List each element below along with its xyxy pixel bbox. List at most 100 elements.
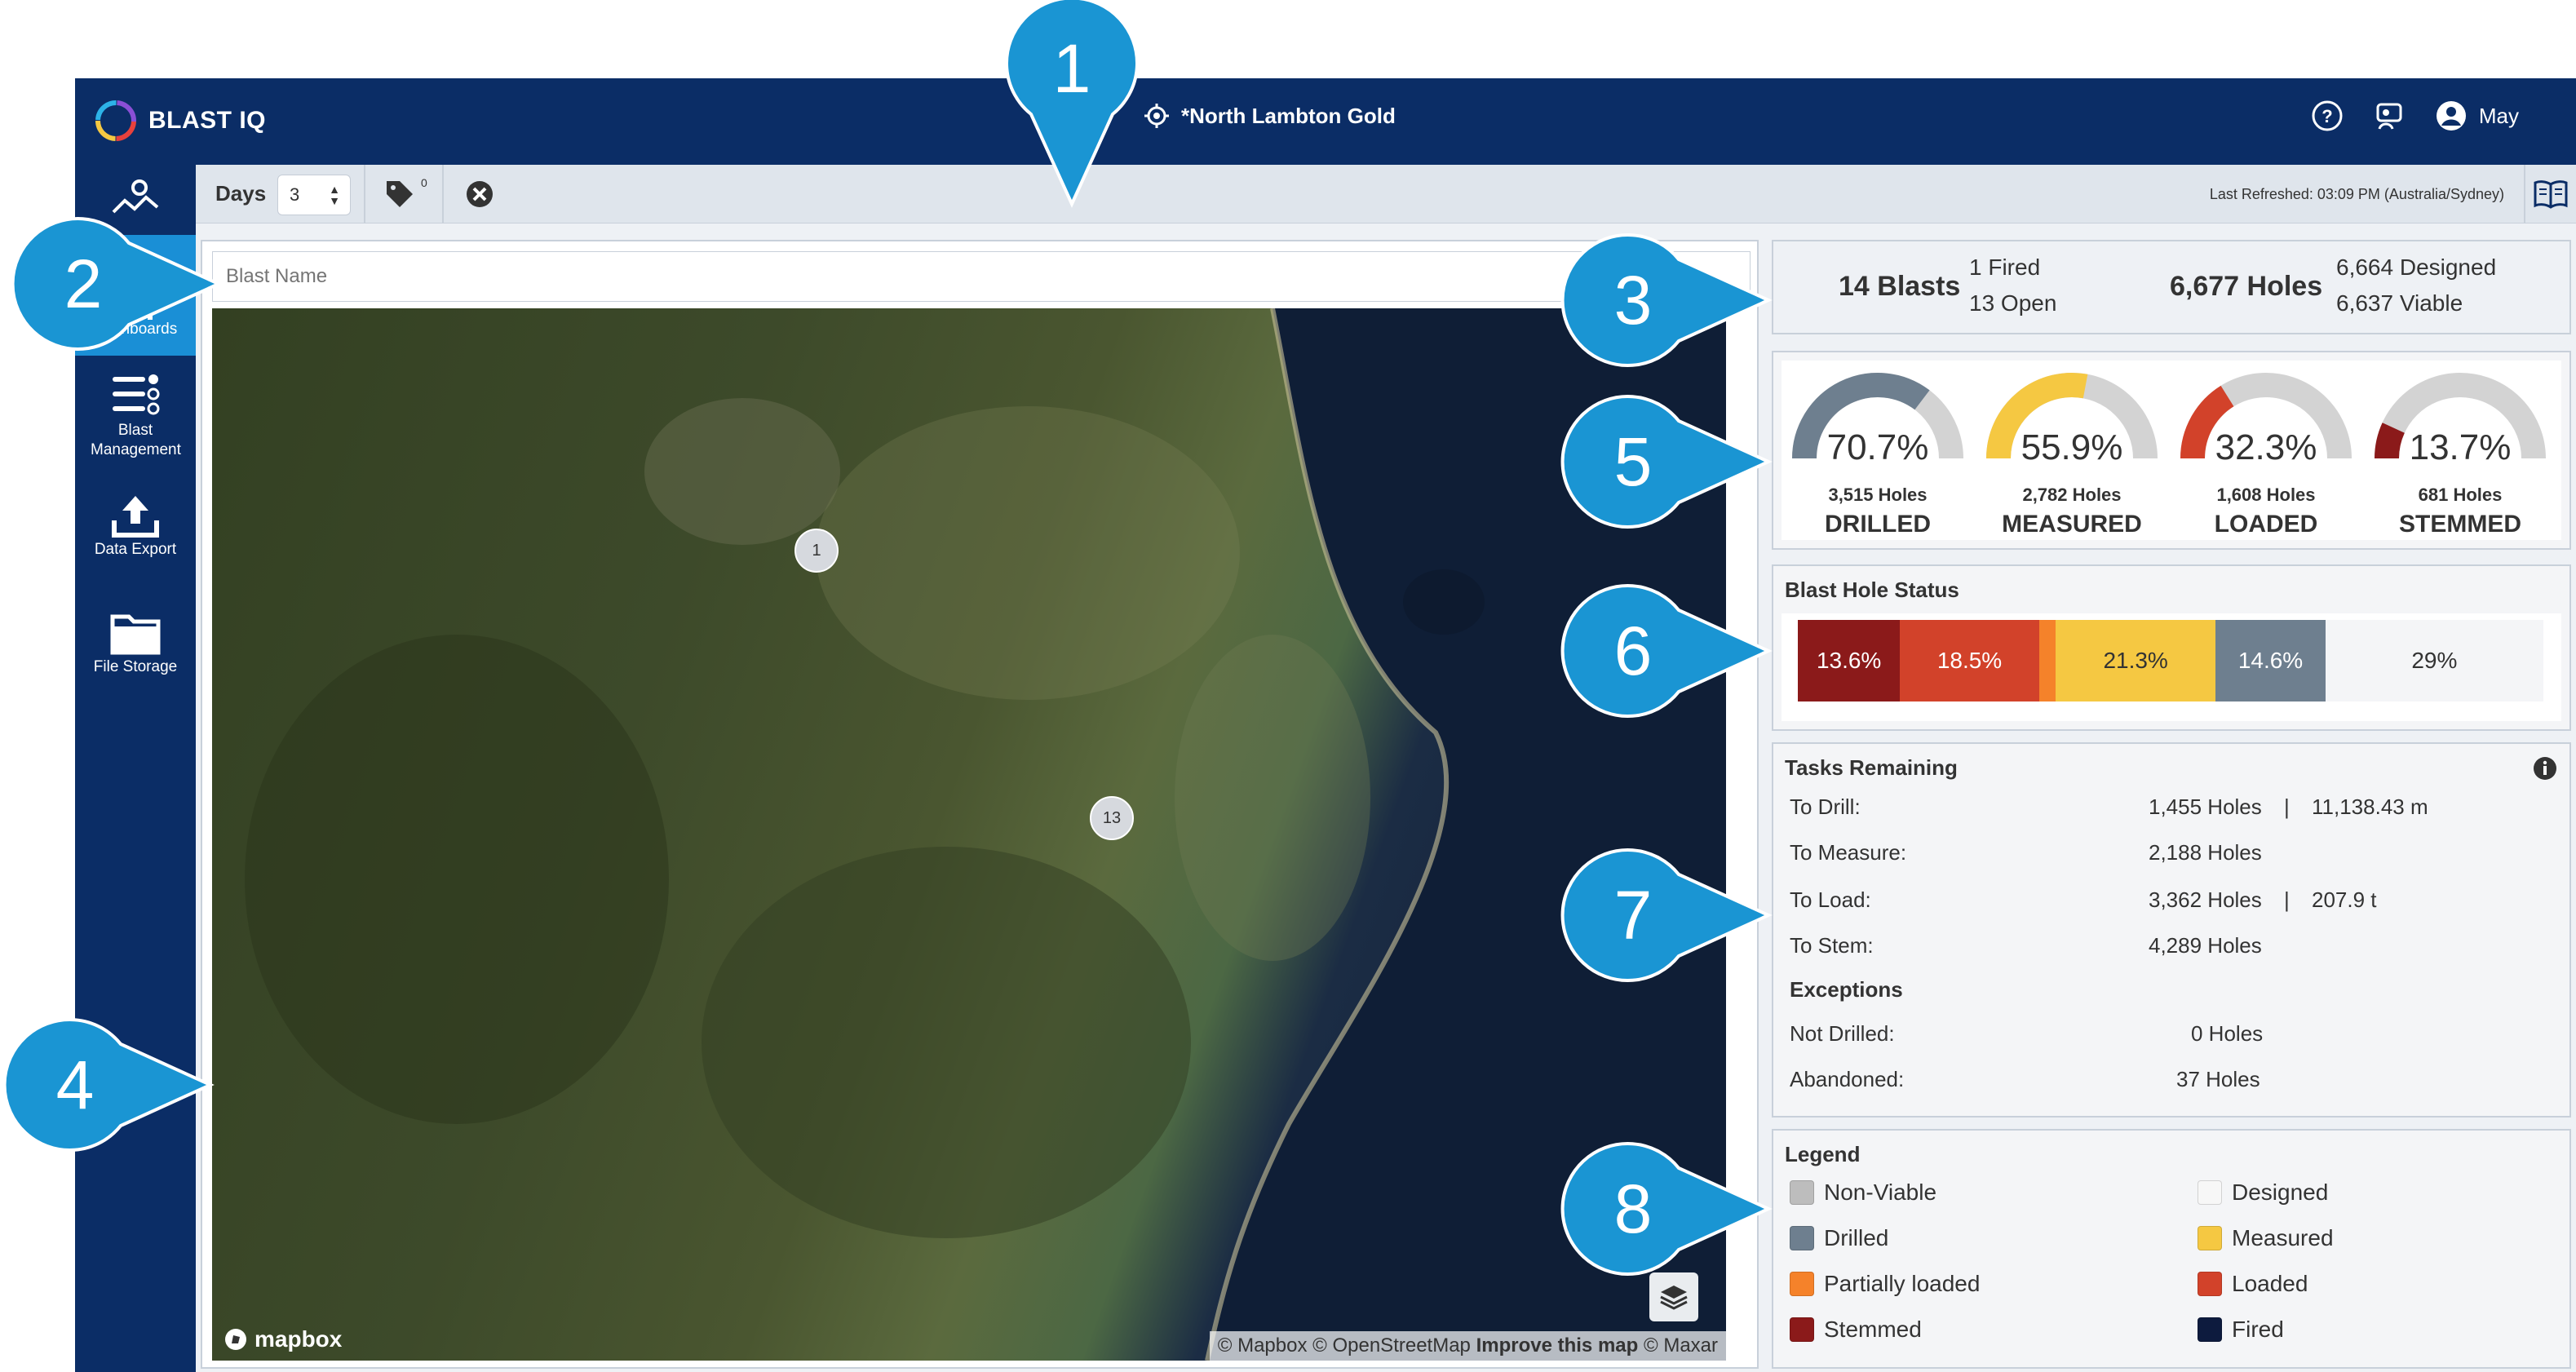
help-icon[interactable]: ?	[2311, 100, 2344, 132]
gauge-measured: 55.9% 2,782 Holes MEASURED	[1976, 361, 2168, 540]
user-name: May	[2478, 103, 2519, 128]
task-value: 1,455 Holes	[2149, 794, 2262, 819]
book-icon	[2534, 180, 2568, 209]
legend-item: Fired	[2198, 1317, 2284, 1343]
toolbar-divider	[364, 165, 365, 224]
folder-icon	[110, 614, 161, 655]
updown-caret-icon: ▲ ▼	[329, 183, 340, 207]
site-selector[interactable]: *North Lambton Gold	[1144, 103, 1396, 129]
blast-cluster-marker[interactable]: 13	[1090, 796, 1134, 840]
status-bar-container: 13.6% 18.5% 21.3% 14.6% 29%	[1782, 613, 2561, 721]
gauge-holes: 1,608 Holes	[2216, 485, 2316, 505]
summary-panel: 14 Blasts 1 Fired 13 Open 6,677 Holes 6,…	[1772, 240, 2571, 334]
gauge-label: STEMMED	[2399, 511, 2521, 538]
legend-label: Partially loaded	[1824, 1271, 1981, 1296]
days-value: 3	[290, 184, 300, 205]
location-target-icon	[1144, 104, 1169, 128]
satellite-map[interactable]: 1 13 mapbox © Mapbox © OpenStreetMap Imp…	[212, 308, 1726, 1361]
gauge-stemmed: 13.7% 681 Holes STEMMED	[2364, 361, 2556, 540]
attribution-prefix: © Mapbox © OpenStreetMap	[1217, 1334, 1471, 1357]
blast-name-search-input[interactable]	[212, 251, 1751, 302]
clear-filters-icon[interactable]	[465, 179, 494, 209]
holes-count: 6,677 Holes	[2170, 271, 2323, 302]
task-label: To Drill:	[1790, 794, 1861, 819]
legend-label: Designed	[2232, 1179, 2329, 1205]
task-separator: |	[2284, 887, 2290, 912]
legend-swatch	[1790, 1317, 1814, 1342]
panel-title: Blast Hole Status	[1785, 578, 1959, 602]
panel-title: Tasks Remaining	[1785, 755, 1958, 780]
tasks-remaining-panel: Tasks Remaining To Drill: 1,455 Holes | …	[1772, 742, 2571, 1118]
gauge-percent: 13.7%	[2409, 427, 2512, 467]
days-select[interactable]: 3 ▲ ▼	[277, 175, 351, 215]
support-chat-icon[interactable]	[2373, 100, 2406, 132]
list-settings-icon	[113, 374, 160, 415]
legend-label: Stemmed	[1824, 1317, 1922, 1342]
callout-number: 3	[1613, 261, 1653, 339]
callout-number: 5	[1613, 423, 1653, 500]
legend-label: Non-Viable	[1824, 1179, 1937, 1205]
days-label: Days	[215, 181, 267, 206]
info-icon[interactable]	[2532, 755, 2558, 781]
legend-swatch	[1790, 1226, 1814, 1250]
improve-map-link[interactable]: Improve this map	[1476, 1334, 1639, 1357]
status-segment[interactable]	[2038, 620, 2056, 701]
sidebar-item-blast-management[interactable]: Blast Management	[75, 369, 196, 467]
callout-number: 8	[1613, 1170, 1653, 1247]
map-attribution: © Mapbox © OpenStreetMap Improve this ma…	[1209, 1331, 1726, 1361]
exception-label: Not Drilled:	[1790, 1021, 1895, 1046]
legend-item: Designed	[2198, 1179, 2328, 1206]
gauge-label: MEASURED	[2002, 511, 2142, 538]
status-segment[interactable]: 14.6%	[2215, 620, 2326, 701]
callout-number: 6	[1613, 612, 1653, 689]
map-terrain-texture	[245, 308, 1726, 1361]
blast-cluster-marker[interactable]: 1	[794, 529, 839, 573]
mapbox-logo[interactable]: mapbox	[224, 1326, 342, 1352]
mapbox-wordmark: mapbox	[255, 1326, 343, 1352]
open-count: 13 Open	[1969, 290, 2057, 316]
gauge-holes: 3,515 Holes	[1828, 485, 1928, 505]
legend-item: Stemmed	[1790, 1317, 1922, 1343]
user-menu[interactable]: May	[2435, 100, 2519, 132]
gauges-container: 70.7% 3,515 Holes DRILLED 55.9% 2,782 Ho…	[1782, 361, 2561, 540]
sidebar-item-data-export[interactable]: Data Export	[75, 491, 196, 581]
top-bar: BLAST IQ *North Lambton Gold ? May	[75, 78, 2576, 165]
blasts-count: 14 Blasts	[1839, 271, 1961, 302]
callout-number: 1	[1052, 29, 1091, 107]
map-panel: 1 13 mapbox © Mapbox © OpenStreetMap Imp…	[201, 240, 1759, 1369]
task-label: To Stem:	[1790, 933, 1874, 958]
legend-swatch	[2198, 1226, 2222, 1250]
callout-marker: 1	[998, 0, 1145, 208]
task-value: 3,362 Holes	[2149, 887, 2262, 912]
callout-number: 2	[64, 245, 103, 322]
task-separator: |	[2284, 794, 2290, 819]
site-name: *North Lambton Gold	[1181, 103, 1396, 128]
panel-title: Legend	[1785, 1142, 1861, 1166]
viable-count: 6,637 Viable	[2336, 290, 2463, 316]
blast-hole-status-panel: Blast Hole Status 13.6% 18.5% 21.3% 14.6% 29…	[1772, 564, 2571, 731]
attribution-suffix: © Maxar	[1643, 1334, 1718, 1357]
task-label: To Measure:	[1790, 840, 1907, 865]
sidebar-item-file-storage[interactable]: File Storage	[75, 609, 196, 698]
legend-label: Measured	[2232, 1225, 2334, 1250]
status-segment[interactable]: 13.6%	[1798, 620, 1901, 701]
status-segment[interactable]: 29%	[2325, 620, 2543, 701]
fired-count: 1 Fired	[1969, 254, 2041, 280]
status-segment[interactable]: 21.3%	[2056, 620, 2216, 701]
legend-item: Measured	[2198, 1225, 2334, 1251]
legend-panel: Legend Non-Viable Designed Drilled Measu…	[1772, 1129, 2571, 1369]
callout-number: 7	[1613, 876, 1653, 954]
legend-label: Loaded	[2232, 1271, 2308, 1296]
status-segment[interactable]: 18.5%	[1900, 620, 2039, 701]
sidebar-item-label: Data Export	[94, 541, 177, 558]
gauge-label: LOADED	[2214, 511, 2318, 538]
help-guide-button[interactable]	[2524, 165, 2576, 224]
status-stacked-bar[interactable]: 13.6% 18.5% 21.3% 14.6% 29%	[1798, 620, 2543, 701]
task-extra: 207.9 t	[2312, 887, 2377, 912]
last-refreshed: Last Refreshed: 03:09 PM (Australia/Sydn…	[2209, 186, 2504, 202]
tag-filter-icon[interactable]	[383, 178, 416, 210]
brand-logo[interactable]: BLAST IQ	[93, 95, 266, 147]
layers-icon	[1660, 1286, 1688, 1310]
legend-swatch	[2198, 1180, 2222, 1205]
svg-text:?: ?	[2321, 106, 2332, 126]
